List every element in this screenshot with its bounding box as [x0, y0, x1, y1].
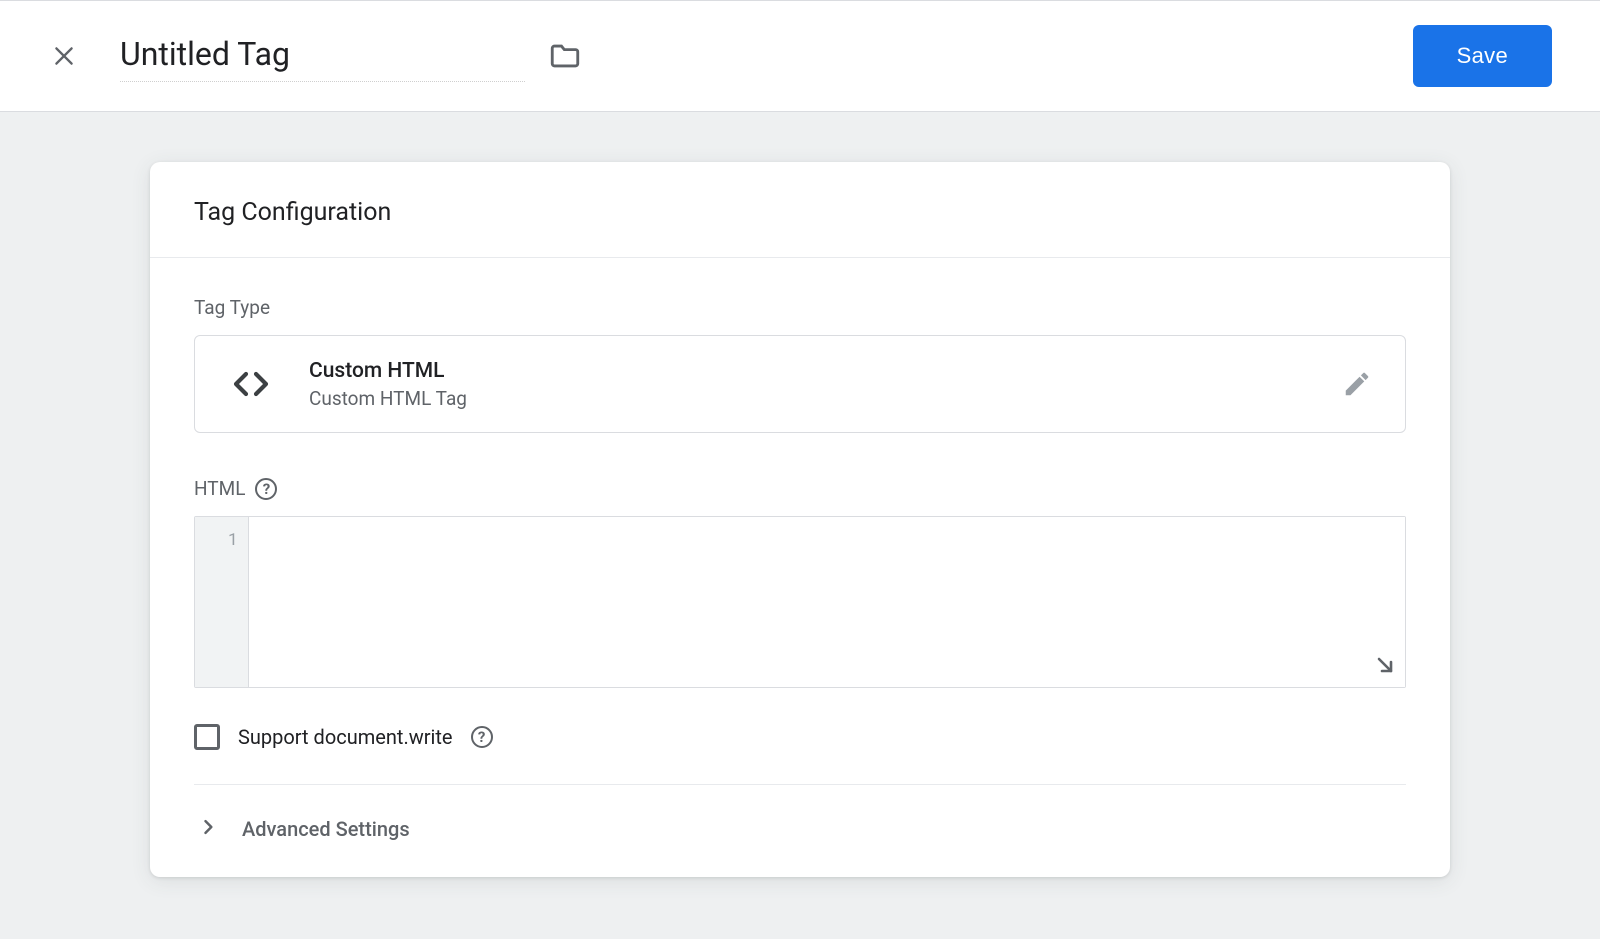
save-button[interactable]: Save [1413, 25, 1552, 87]
support-document-write-label: Support document.write [238, 725, 453, 749]
tag-type-name: Custom HTML [309, 359, 1337, 383]
support-document-write-row: Support document.write ? [194, 724, 1406, 785]
tag-type-subtitle: Custom HTML Tag [309, 387, 1337, 410]
close-icon [51, 43, 77, 69]
pencil-icon [1342, 369, 1372, 399]
tag-type-label: Tag Type [194, 296, 1406, 319]
html-help-button[interactable]: ? [255, 478, 277, 500]
html-code-editor: 1 [194, 516, 1406, 688]
top-bar: Save [0, 0, 1600, 112]
folder-button[interactable] [545, 36, 585, 76]
chevron-right-icon [198, 817, 218, 841]
content-area: Tag Configuration Tag Type Custom HTML C… [0, 112, 1600, 917]
close-button[interactable] [44, 36, 84, 76]
tag-name-input[interactable] [120, 31, 525, 82]
title-wrap [120, 31, 585, 82]
card-title: Tag Configuration [150, 162, 1450, 258]
advanced-settings-toggle[interactable]: Advanced Settings [194, 785, 1406, 877]
line-number: 1 [195, 527, 238, 550]
html-label: HTML ? [194, 477, 1406, 500]
folder-icon [548, 39, 582, 73]
edit-tag-type-button[interactable] [1337, 364, 1377, 404]
resize-handle[interactable] [1373, 653, 1397, 681]
line-gutter: 1 [195, 517, 249, 687]
tag-type-selector[interactable]: Custom HTML Custom HTML Tag [194, 335, 1406, 433]
html-label-text: HTML [194, 477, 245, 500]
tag-configuration-card: Tag Configuration Tag Type Custom HTML C… [150, 162, 1450, 877]
code-icon [223, 356, 279, 412]
advanced-settings-label: Advanced Settings [242, 817, 410, 841]
resize-icon [1373, 653, 1397, 677]
html-code-input[interactable] [249, 517, 1405, 687]
tag-type-text: Custom HTML Custom HTML Tag [309, 359, 1337, 410]
support-document-write-checkbox[interactable] [194, 724, 220, 750]
support-document-write-help[interactable]: ? [471, 726, 493, 748]
